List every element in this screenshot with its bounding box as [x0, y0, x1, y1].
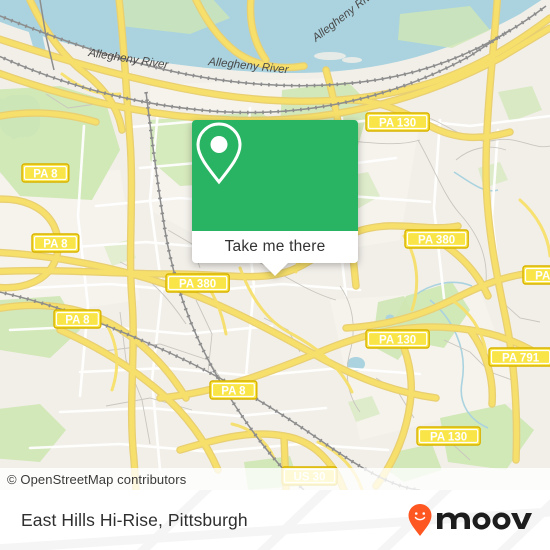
- attribution-text: © OpenStreetMap contributors: [7, 471, 187, 487]
- map-pin-icon: [196, 122, 242, 185]
- road-shield: PA 130: [416, 426, 481, 446]
- footer-bar: East Hills Hi-Rise, Pittsburgh: [0, 490, 550, 550]
- map-canvas[interactable]: .rmaj{fill:none;stroke:#f6df6a;stroke-li…: [0, 0, 550, 490]
- road-shield-label: PA 130: [379, 334, 416, 346]
- take-me-there-button[interactable]: Take me there: [192, 231, 358, 276]
- place-title-text: East Hills Hi-Rise, Pittsburgh: [21, 509, 248, 530]
- road-shield-label: PA 130: [430, 431, 467, 443]
- road-shield: PA 380: [404, 229, 469, 249]
- popup-pin-area: [192, 120, 358, 231]
- road-shield-label: PA 380: [179, 278, 216, 290]
- road-shield-label: PA 380: [418, 234, 455, 246]
- place-popup[interactable]: Take me there: [192, 120, 358, 276]
- moovit-logo-icon: [408, 504, 532, 536]
- popup-tail: [262, 263, 288, 276]
- road-shield-label: PA 8: [221, 385, 246, 397]
- road-shield-label: PA 8: [33, 168, 58, 180]
- take-me-there-label: Take me there: [224, 238, 326, 255]
- road-shield: PA 130: [365, 329, 430, 349]
- road-shield-label: PA 130: [379, 117, 416, 129]
- road-shield: PA 791: [488, 347, 550, 367]
- road-shield-label: PA 8: [65, 314, 90, 326]
- moovit-logo[interactable]: [408, 490, 532, 550]
- road-shield: PA 8: [209, 380, 258, 400]
- road-shield: PA 8: [31, 233, 80, 253]
- road-shield: PA 8: [53, 309, 102, 329]
- road-shield-label: PA 79: [535, 270, 550, 282]
- road-shield: PA 79: [522, 265, 550, 285]
- road-shield: PA 130: [365, 112, 430, 132]
- place-title: East Hills Hi-Rise, Pittsburgh: [21, 490, 248, 550]
- road-shield-label: PA 8: [43, 238, 68, 250]
- road-shield-label: PA 791: [502, 352, 540, 364]
- road-shield: PA 8: [21, 163, 70, 183]
- map-attribution: © OpenStreetMap contributors: [0, 468, 550, 490]
- moovit-place-card: .rmaj{fill:none;stroke:#f6df6a;stroke-li…: [0, 0, 550, 550]
- road-shield: PA 380: [165, 273, 230, 293]
